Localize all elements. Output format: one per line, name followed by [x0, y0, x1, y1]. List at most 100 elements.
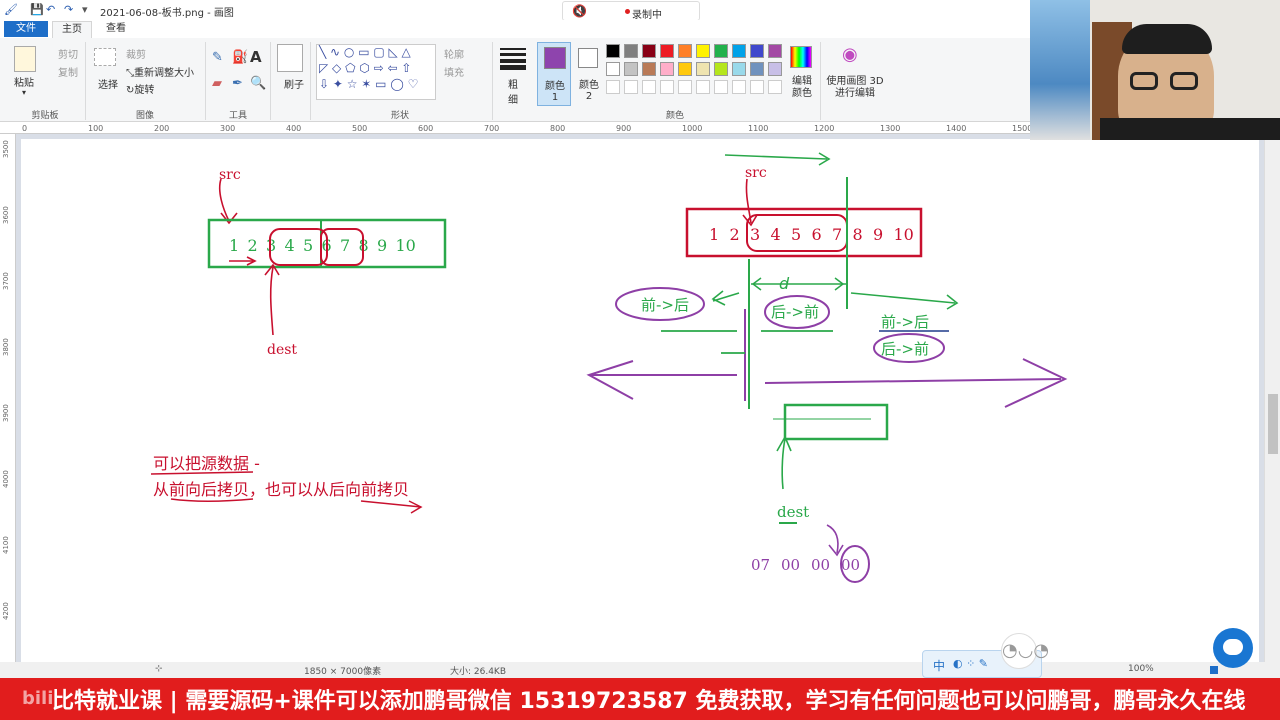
rotate-button[interactable]: ↻旋转	[126, 81, 154, 96]
chat-button[interactable]	[1213, 628, 1253, 668]
colors-group-label: 颜色	[665, 111, 684, 121]
ime-options-icon[interactable]: ◐ ⁘ ✎	[953, 657, 988, 670]
brushes-button[interactable]: 刷子	[284, 76, 304, 91]
palette-swatch[interactable]	[678, 44, 692, 58]
fill-button[interactable]: 填充	[444, 64, 464, 79]
palette-swatch[interactable]	[696, 62, 710, 76]
palette-empty-swatch[interactable]	[660, 80, 674, 94]
ime-mode-label[interactable]: 中	[933, 657, 945, 674]
brush-icon[interactable]	[277, 44, 303, 72]
vertical-scrollbar[interactable]	[1264, 134, 1280, 662]
customize-toolbar-icon[interactable]: ▾	[82, 3, 88, 16]
save-icon[interactable]: 💾	[30, 3, 44, 16]
ruler-tick: 3900	[2, 404, 10, 422]
color1-button[interactable]: 颜色 1	[537, 42, 571, 106]
color-picker-icon[interactable]: ✒	[232, 76, 243, 91]
paint3d-button[interactable]: 使用画图 3D 进行编辑	[826, 76, 884, 100]
palette-swatch[interactable]	[624, 44, 638, 58]
fill-icon[interactable]: ⛽	[232, 50, 248, 65]
palette-empty-swatch[interactable]	[714, 80, 728, 94]
paint-app-icon: 🖌	[4, 3, 18, 16]
drawing-canvas[interactable]: src 1 2 3 4 5 6 7 8 9 10 dest 可以把源数据 - 从前向后拷贝，也	[21, 139, 1259, 662]
text-tool-icon[interactable]: A	[250, 48, 262, 66]
pencil-icon[interactable]: ✎	[212, 50, 223, 65]
window-title: 2021-06-08-板书.png - 画图	[100, 8, 234, 19]
palette-swatch[interactable]	[606, 62, 620, 76]
mascot-icon: ◔◡◔	[1001, 633, 1049, 669]
undo-icon[interactable]: ↶	[46, 3, 55, 16]
outline-button[interactable]: 轮廓	[444, 46, 464, 61]
purple-left-arrowhead	[586, 360, 634, 400]
palette-swatch[interactable]	[732, 44, 746, 58]
size-button[interactable]: 粗细	[506, 76, 520, 106]
palette-swatch[interactable]	[768, 62, 782, 76]
star-shape-icon[interactable]: ⇩ ✦ ☆ ✶ ▭ ◯ ♡	[319, 77, 418, 91]
ime-toolbar[interactable]: 中 ◐ ⁘ ✎ ◔◡◔	[922, 633, 1049, 678]
number-cell: 1	[229, 236, 239, 255]
crop-button[interactable]: 裁剪	[126, 46, 146, 61]
select-icon[interactable]	[94, 48, 116, 66]
palette-swatch[interactable]	[624, 62, 638, 76]
palette-empty-swatch[interactable]	[642, 80, 656, 94]
rotate-label: 旋转	[134, 85, 155, 96]
palette-swatch[interactable]	[606, 44, 620, 58]
color2-button[interactable]: 颜色 2	[574, 42, 604, 106]
palette-empty-swatch[interactable]	[750, 80, 764, 94]
recorder-widget[interactable]: 🔇 录制中01:34:15	[562, 1, 700, 32]
palette-swatch[interactable]	[696, 44, 710, 58]
palette-empty-swatch[interactable]	[624, 80, 638, 94]
number-cell: 4	[771, 225, 781, 244]
size-icon[interactable]	[500, 46, 526, 70]
line-shape-icon[interactable]: ╲ ∿ ○ ▭ ▢ ◺ △	[319, 45, 411, 59]
edit-colors-button[interactable]: 编辑颜色	[789, 76, 815, 100]
number-cell: 5	[303, 236, 313, 255]
palette-swatch[interactable]	[660, 62, 674, 76]
polygon-shape-icon[interactable]: ◸ ◇ ⬠ ⬡ ⇨ ⇦ ⇧	[319, 61, 411, 75]
palette-swatch[interactable]	[732, 62, 746, 76]
palette-empty-swatch[interactable]	[606, 80, 620, 94]
palette-swatch[interactable]	[714, 62, 728, 76]
byte-value: 00	[811, 556, 830, 574]
palette-swatch[interactable]	[768, 44, 782, 58]
tab-home[interactable]: 主页	[52, 21, 92, 38]
purple-right-arrow	[764, 378, 1062, 384]
resize-button[interactable]: ⤡重新调整大小	[126, 64, 194, 79]
tab-file[interactable]: 文件	[4, 21, 48, 37]
palette-swatch[interactable]	[660, 44, 674, 58]
tab-view[interactable]: 查看	[96, 21, 136, 38]
bytes-row: 07 00 00 00	[751, 556, 860, 574]
palette-swatch[interactable]	[642, 62, 656, 76]
palette-empty-swatch[interactable]	[768, 80, 782, 94]
redo-icon[interactable]: ↷	[64, 3, 73, 16]
horizontal-ruler: 0 100 200 300 400 500 600 700 800 900 1000 1100 1200…	[0, 122, 1032, 134]
number-cell: 10	[894, 225, 914, 244]
paste-dropdown-icon[interactable]: ▾	[22, 88, 26, 97]
palette-swatch[interactable]	[678, 62, 692, 76]
cut-button[interactable]: 剪切	[58, 46, 78, 61]
copy-button[interactable]: 复制	[58, 64, 78, 79]
palette-swatch[interactable]	[750, 44, 764, 58]
palette-swatch[interactable]	[714, 44, 728, 58]
right-dest-label: dest	[777, 503, 809, 521]
palette-empty-swatch[interactable]	[678, 80, 692, 94]
edit-colors-icon[interactable]	[790, 46, 812, 68]
eraser-icon[interactable]: ▰	[212, 76, 222, 91]
right-diagram: src 1 2 3 4 5 6 7 8 9 10 d 前->后 后->前 前->…	[586, 152, 1068, 583]
vertical-scroll-thumb[interactable]	[1268, 394, 1278, 454]
zoom-slider-thumb[interactable]	[1210, 666, 1218, 674]
image-dimensions: 1850 × 7000像素	[304, 667, 382, 677]
palette-swatch[interactable]	[750, 62, 764, 76]
divider	[85, 42, 86, 120]
shapes-gallery[interactable]: ╲ ∿ ○ ▭ ▢ ◺ △ ◸ ◇ ⬠ ⬡ ⇨ ⇦ ⇧ ⇩ ✦ ☆ ✶ ▭ ◯ …	[316, 44, 436, 100]
number-cell: 2	[730, 225, 740, 244]
palette-swatch[interactable]	[642, 44, 656, 58]
color2-swatch	[578, 48, 598, 68]
speaker-icon[interactable]: 🔇	[572, 4, 587, 18]
palette-empty-swatch[interactable]	[732, 80, 746, 94]
paste-icon[interactable]	[14, 46, 36, 72]
paint3d-icon[interactable]: ◉	[842, 44, 858, 65]
palette-empty-swatch[interactable]	[696, 80, 710, 94]
paste-button[interactable]: 粘贴	[14, 74, 34, 89]
select-button[interactable]: 选择	[98, 76, 118, 91]
magnifier-icon[interactable]: 🔍	[250, 76, 266, 91]
